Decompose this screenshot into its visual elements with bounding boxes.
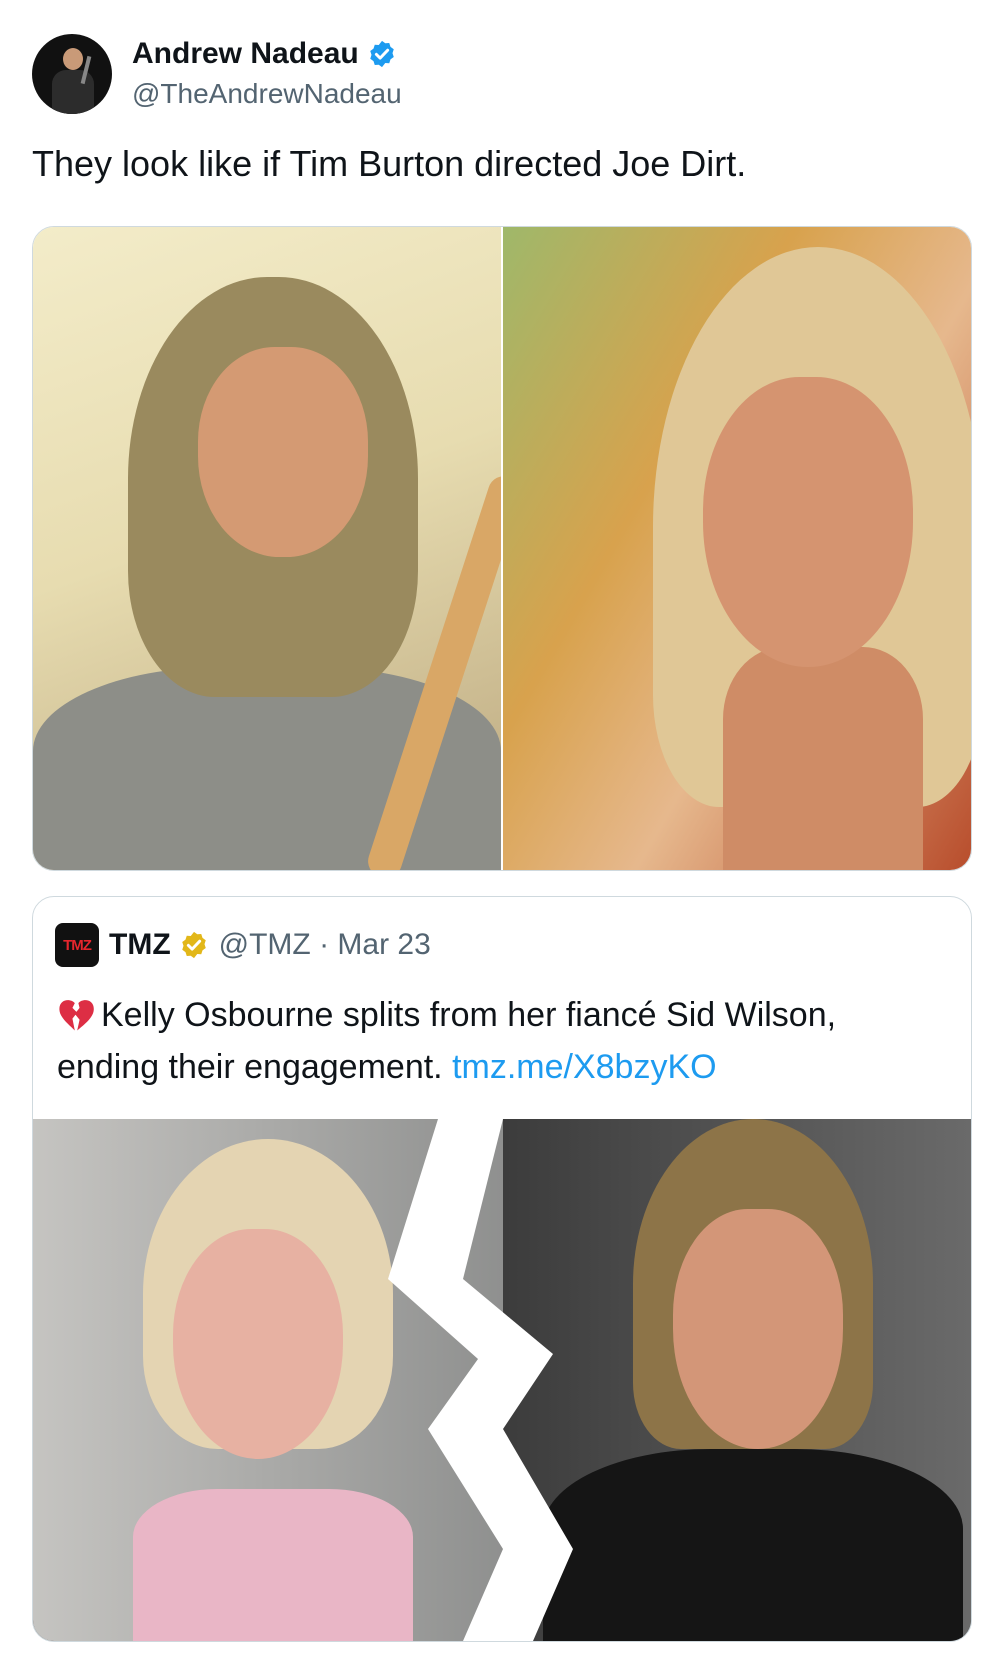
tweet-text: They look like if Tim Burton directed Jo…: [32, 143, 747, 184]
handle[interactable]: @TheAndrewNadeau: [132, 76, 402, 112]
media-photo-right[interactable]: [503, 227, 971, 870]
quote-display-name[interactable]: TMZ: [109, 928, 171, 962]
media-photo-left[interactable]: [33, 227, 501, 870]
quote-tweet[interactable]: TMZ TMZ @TMZ · Mar 23 Kelly Osbourne spl…: [32, 896, 972, 1642]
gold-verified-badge-icon: [181, 931, 206, 959]
avatar[interactable]: [32, 34, 112, 114]
author-block: Andrew Nadeau @TheAndrewNadeau: [132, 36, 402, 112]
verified-badge-icon: [369, 40, 394, 68]
quote-media[interactable]: [33, 1119, 971, 1641]
quote-header: TMZ TMZ @TMZ · Mar 23: [55, 923, 431, 967]
broken-heart-icon: [59, 1000, 94, 1031]
quote-text-block: Kelly Osbourne splits from her fiancé Si…: [57, 989, 937, 1093]
quote-handle-date[interactable]: @TMZ · Mar 23: [219, 928, 431, 962]
tweet-header: Andrew Nadeau @TheAndrewNadeau: [32, 34, 402, 114]
media-grid[interactable]: [32, 226, 972, 871]
display-name[interactable]: Andrew Nadeau: [132, 36, 359, 72]
quote-text: Kelly Osbourne splits from her fiancé Si…: [57, 996, 837, 1086]
broken-split-graphic: [388, 1119, 573, 1641]
tmz-avatar[interactable]: TMZ: [55, 923, 99, 967]
quote-link[interactable]: tmz.me/X8bzyKO: [452, 1048, 717, 1086]
